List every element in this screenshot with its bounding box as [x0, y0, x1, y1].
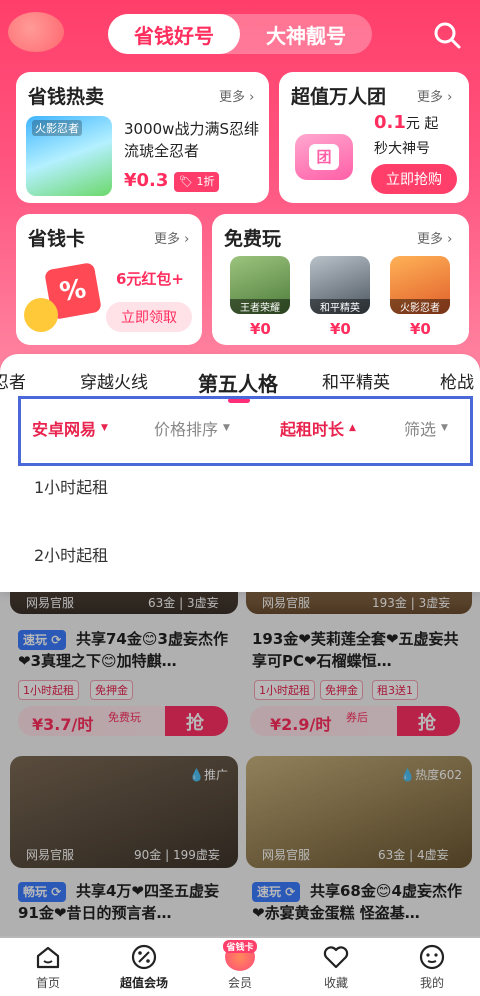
heart-icon	[323, 946, 349, 969]
free-game-1-price: ¥0	[250, 320, 271, 338]
free-game-1[interactable]: 王者荣耀	[230, 256, 290, 314]
saver-card-nav-badge: 省钱卡	[223, 940, 257, 953]
saver-card[interactable]: 省钱卡 更多 › % 6元红包+ 立即领取	[16, 214, 202, 345]
bottom-nav: 首页 超值会场 省钱卡 会员 收藏 我的	[0, 936, 480, 996]
coin-decoration	[8, 12, 64, 52]
filter-more[interactable]: 筛选 ▼	[404, 416, 448, 440]
discount-badge: 🏷 1折	[174, 172, 220, 192]
tab-premium[interactable]: 大神靓号	[240, 14, 372, 54]
game-tab-crossfire[interactable]: 穿越火线	[80, 368, 148, 393]
claim-button[interactable]: 立即领取	[106, 302, 192, 332]
home-icon	[36, 946, 60, 969]
free-play-card[interactable]: 免费玩 更多 › 王者荣耀 ¥0 和平精英 ¥0 火影忍者 ¥0	[212, 214, 469, 345]
saver-card-more[interactable]: 更多 ›	[154, 228, 189, 247]
profile-face-icon	[419, 944, 445, 970]
option-2-hour[interactable]: 2小时起租	[34, 542, 108, 566]
saver-card-text: 6元红包+	[116, 270, 185, 288]
hot-sale-desc: 3000w战力满S忍绯流琥全忍者	[124, 120, 259, 160]
saver-card-title: 省钱卡	[28, 228, 86, 250]
caret-down-icon: ▼	[101, 423, 108, 433]
group-buy-more[interactable]: 更多 ›	[417, 86, 452, 105]
free-play-title: 免费玩	[224, 228, 282, 250]
search-icon[interactable]	[432, 20, 462, 50]
group-buy-desc: 秒大神号	[374, 141, 430, 157]
percent-ticket-icon: %	[24, 262, 104, 336]
free-game-2[interactable]: 和平精英	[310, 256, 370, 314]
free-game-3[interactable]: 火影忍者	[390, 256, 450, 314]
nav-deals[interactable]: 超值会场	[96, 936, 192, 996]
nav-favorites[interactable]: 收藏	[288, 936, 384, 996]
top-tabs: 省钱好号 大神靓号	[108, 14, 372, 54]
game-tabs: 忍者 穿越火线 第五人格 和平精英 枪战	[0, 368, 480, 398]
dim-overlay[interactable]	[0, 592, 480, 938]
group-buy-card[interactable]: 超值万人团 更多 › 团 0.1元 起 秒大神号 立即抢购	[279, 72, 469, 203]
filter-min-rent[interactable]: 起租时长 ▲	[280, 416, 356, 440]
game-tab-gunfight[interactable]: 枪战	[440, 368, 474, 393]
caret-up-icon: ▲	[349, 423, 356, 433]
filter-platform[interactable]: 安卓网易 ▼	[32, 416, 108, 440]
tab-save-money[interactable]: 省钱好号	[108, 14, 240, 54]
discount-icon	[131, 944, 157, 970]
group-buy-title: 超值万人团	[291, 86, 387, 108]
naruto-label: 火影忍者	[32, 120, 82, 136]
filter-price-sort[interactable]: 价格排序 ▼	[154, 416, 230, 440]
hot-sale-card[interactable]: 省钱热卖 更多 › 火影忍者 3000w战力满S忍绯流琥全忍者 ¥0.3 🏷 1…	[16, 72, 269, 203]
tv-mascot-icon: 团	[289, 120, 359, 184]
nav-home[interactable]: 首页	[0, 936, 96, 996]
group-buy-price-line: 0.1元 起	[374, 112, 439, 133]
free-game-3-price: ¥0	[410, 320, 431, 338]
caret-down-icon: ▼	[223, 423, 230, 433]
free-play-more[interactable]: 更多 ›	[417, 228, 452, 247]
hot-sale-title: 省钱热卖	[28, 86, 105, 108]
option-1-hour[interactable]: 1小时起租	[34, 474, 108, 498]
naruto-thumbnail: 火影忍者	[26, 116, 112, 196]
free-game-2-price: ¥0	[330, 320, 351, 338]
game-tab-peacekeeper[interactable]: 和平精英	[322, 368, 390, 393]
hot-sale-price: ¥0.3	[124, 170, 169, 191]
nav-member[interactable]: 省钱卡 会员	[192, 936, 288, 996]
hot-sale-more[interactable]: 更多 ›	[219, 86, 254, 105]
buy-now-button[interactable]: 立即抢购	[371, 164, 457, 194]
caret-down-icon: ▼	[441, 423, 448, 433]
game-tab-naruto[interactable]: 忍者	[0, 368, 26, 393]
game-tab-identity-v[interactable]: 第五人格	[198, 368, 278, 397]
nav-profile[interactable]: 我的	[384, 936, 480, 996]
